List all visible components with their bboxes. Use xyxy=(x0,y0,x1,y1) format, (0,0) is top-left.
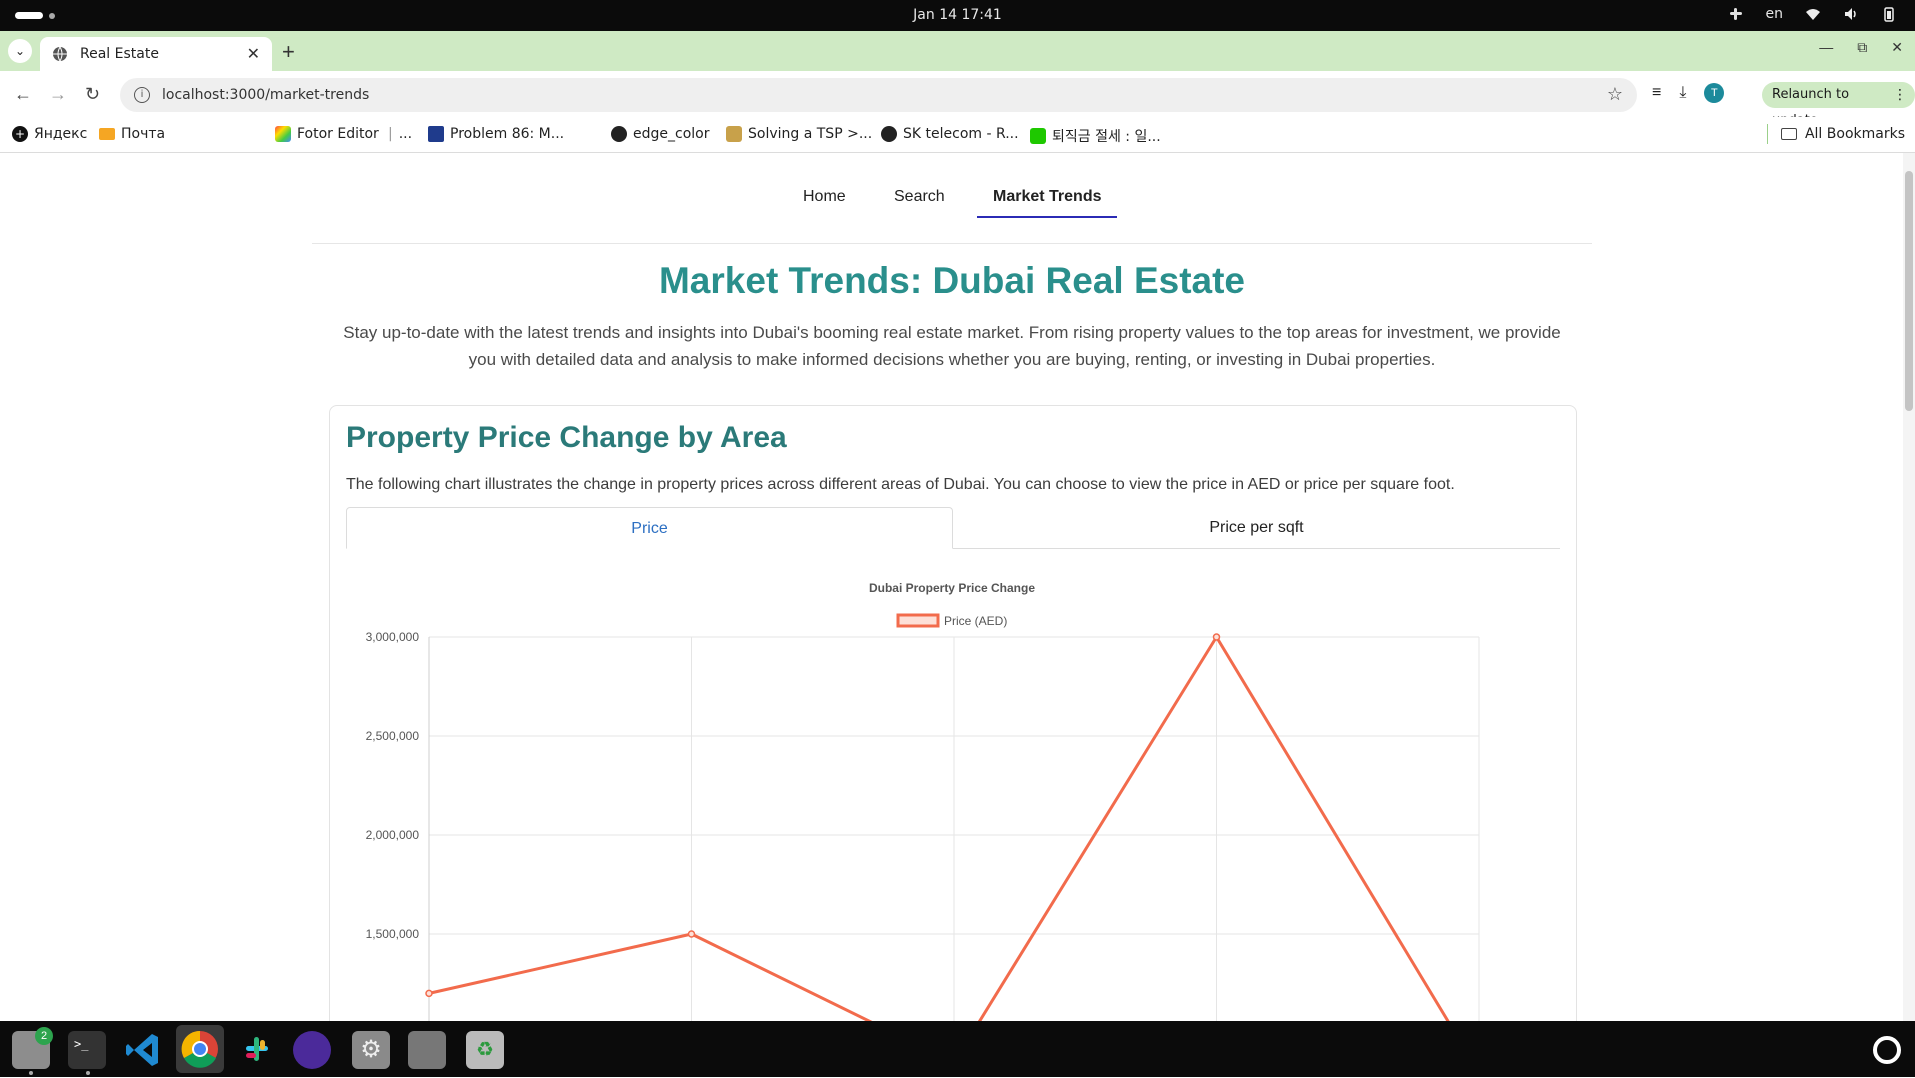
notification-badge: 2 xyxy=(35,1027,53,1045)
site-info-icon[interactable]: i xyxy=(134,87,150,103)
bookmark-star-icon[interactable]: ☆ xyxy=(1607,84,1623,105)
chart-legend[interactable]: Price (AED) xyxy=(896,613,1007,628)
battery-icon[interactable] xyxy=(1881,6,1897,22)
plus-circle-icon: + xyxy=(12,126,28,142)
bookmark-solving-tsp[interactable]: Solving a TSP >... xyxy=(726,126,872,142)
eclipse-app-icon[interactable] xyxy=(293,1031,331,1069)
project-euler-icon xyxy=(428,126,444,142)
data-point[interactable] xyxy=(425,989,433,998)
bookmarks-separator xyxy=(1767,124,1768,144)
bookmark-pochta[interactable]: Почта xyxy=(99,126,165,142)
close-window-icon[interactable]: ✕ xyxy=(1891,39,1903,56)
vscode-app-icon[interactable] xyxy=(124,1031,162,1069)
slack-app-icon[interactable] xyxy=(238,1031,276,1069)
back-arrow-icon[interactable]: ← xyxy=(14,84,32,105)
settings-app-icon[interactable]: ⚙ xyxy=(352,1031,390,1069)
volume-icon[interactable] xyxy=(1843,6,1859,22)
data-point[interactable] xyxy=(687,930,696,938)
app-dock: 2 >_ ⚙ ♻ xyxy=(0,1021,1915,1077)
slack-icon xyxy=(246,1037,268,1061)
wifi-icon[interactable] xyxy=(1805,6,1821,22)
bookmark-korean-article[interactable]: 퇴직금 절세 : 일... xyxy=(1030,126,1161,146)
page-scrollbar[interactable] xyxy=(1903,153,1915,1021)
price-line-chart: Dubai Property Price Change Price (AED) … xyxy=(366,581,1480,1021)
new-tab-button[interactable]: + xyxy=(282,39,295,65)
naver-icon xyxy=(1030,128,1046,144)
shield-icon xyxy=(726,126,742,142)
legend-swatch xyxy=(896,613,940,628)
globe-icon xyxy=(53,46,67,62)
browser-tab-active[interactable]: Real Estate ✕ xyxy=(40,37,272,71)
chrome-app-active[interactable] xyxy=(176,1025,224,1073)
chevron-down-icon: ⌄ xyxy=(14,44,26,58)
window-controls: — ⧉ ✕ xyxy=(1819,39,1903,56)
system-clock[interactable]: Jan 14 17:41 xyxy=(0,7,1915,23)
show-apps-icon[interactable] xyxy=(1868,1031,1906,1069)
gear-icon: ⚙ xyxy=(360,1036,382,1063)
folder-icon xyxy=(1780,128,1797,140)
close-tab-icon[interactable]: ✕ xyxy=(247,44,260,64)
bookmark-problem-86[interactable]: Problem 86: M... xyxy=(428,126,564,142)
chart-title: Dubai Property Price Change xyxy=(869,581,1035,595)
all-bookmarks-button[interactable]: All Bookmarks xyxy=(1780,126,1905,142)
ubuntu-logo-icon xyxy=(1873,1036,1901,1064)
bookmark-edge-color[interactable]: edge_color xyxy=(611,126,709,142)
reload-icon[interactable]: ↻ xyxy=(85,84,100,105)
scrollbar-thumb[interactable] xyxy=(1905,171,1913,411)
bookmark-yandex[interactable]: + Яндекс xyxy=(12,126,87,142)
y-tick-label: 2,500,000 xyxy=(366,729,420,743)
bookmarks-bar: + Яндекс Почта Fotor Editor | ... Proble… xyxy=(0,117,1915,260)
browser-tab-strip: ⌄ Real Estate ✕ + — ⧉ ✕ xyxy=(0,31,1915,71)
chart-series xyxy=(425,633,1450,1021)
terminal-app-icon[interactable]: >_ xyxy=(68,1031,106,1069)
vscode-icon xyxy=(126,1034,158,1066)
os-top-bar: Jan 14 17:41 en xyxy=(0,0,1915,31)
bookmark-sk-telecom[interactable]: SK telecom - R... xyxy=(881,126,1019,142)
chrome-icon xyxy=(181,1030,218,1068)
address-bar[interactable]: i localhost:3000/market-trends ☆ xyxy=(120,78,1637,112)
page-viewport[interactable]: Home Search Market Trends Market Trends:… xyxy=(0,153,1915,1021)
url-text[interactable]: localhost:3000/market-trends xyxy=(162,87,369,103)
system-tray[interactable]: en xyxy=(1728,6,1898,22)
tab-search-button[interactable]: ⌄ xyxy=(8,39,32,63)
y-tick-label: 3,000,000 xyxy=(366,630,420,644)
globe-icon xyxy=(881,126,897,142)
recycle-icon: ♻ xyxy=(476,1039,494,1061)
chart-grid xyxy=(428,636,1480,1021)
relaunch-to-update-button[interactable]: Relaunch to update ⋮ xyxy=(1762,82,1915,128)
toolbar-actions: ≡ ⤓ T xyxy=(1652,83,1725,103)
more-menu-icon[interactable]: ⋮ xyxy=(1893,82,1907,108)
mail-icon xyxy=(99,128,115,140)
profile-avatar[interactable]: T xyxy=(1704,83,1725,103)
download-icon[interactable]: ⤓ xyxy=(1679,84,1686,102)
y-tick-label: 1,500,000 xyxy=(366,927,420,941)
slack-tray-icon[interactable] xyxy=(1728,6,1744,22)
media-controls-icon[interactable]: ≡ xyxy=(1652,84,1661,102)
language-indicator[interactable]: en xyxy=(1766,6,1784,22)
browser-toolbar: ← → ↻ i localhost:3000/market-trends ☆ ≡… xyxy=(0,71,1915,117)
recycle-bin-icon[interactable]: ♻ xyxy=(466,1031,504,1069)
legend-label: Price (AED) xyxy=(944,614,1007,628)
fotor-icon xyxy=(275,126,291,142)
y-tick-label: 2,000,000 xyxy=(366,828,420,842)
restore-icon[interactable]: ⧉ xyxy=(1857,39,1867,56)
ssd-drive-icon[interactable] xyxy=(408,1031,446,1069)
github-icon xyxy=(611,126,627,142)
bookmark-fotor-editor[interactable]: Fotor Editor xyxy=(275,126,379,142)
forward-arrow-icon[interactable]: → xyxy=(49,84,67,105)
bookmark-more[interactable]: | ... xyxy=(388,126,412,142)
y-axis-ticks: 1,500,000 2,000,000 2,500,000 3,000,000 xyxy=(366,630,420,941)
tab-title: Real Estate xyxy=(80,46,159,62)
data-point[interactable] xyxy=(1212,633,1221,641)
minimize-icon[interactable]: — xyxy=(1819,39,1833,56)
